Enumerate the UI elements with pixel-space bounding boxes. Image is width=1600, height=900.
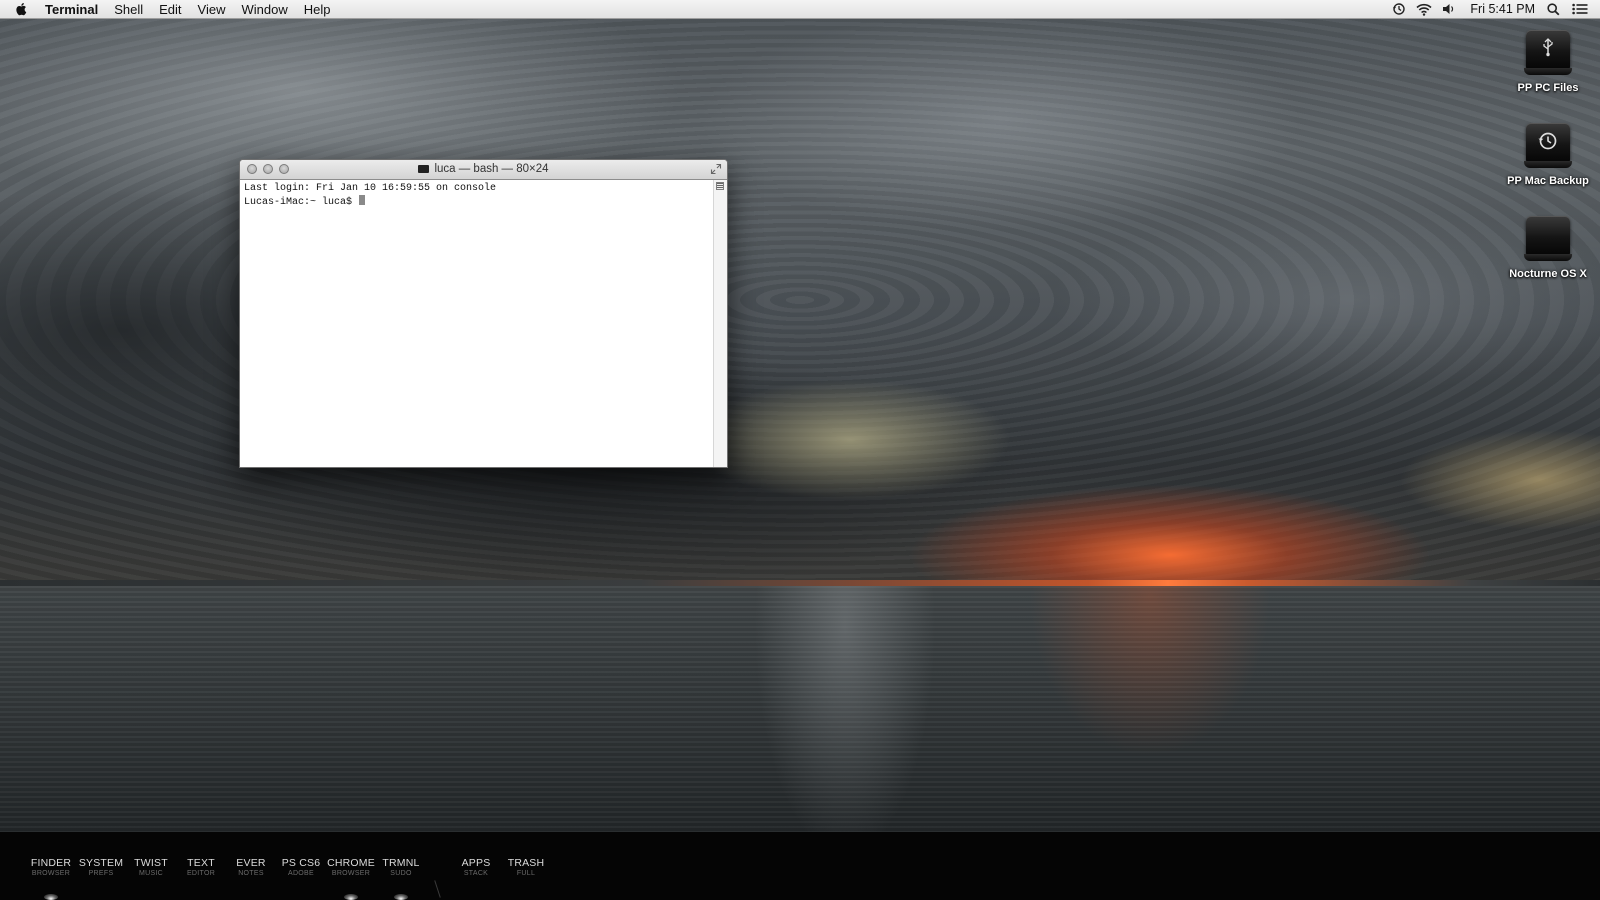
desktop-icon-pp-pc-files[interactable]: PP PC Files [1503,26,1593,94]
shell-prompt: Lucas-iMac:~ luca$ [244,197,359,208]
terminal-output[interactable]: Last login: Fri Jan 10 16:59:55 on conso… [240,180,713,467]
wifi-icon[interactable] [1416,3,1432,16]
dock-separator [434,880,441,898]
menu-help[interactable]: Help [304,2,331,17]
hard-drive-icon [1524,212,1572,264]
apple-menu-icon[interactable] [15,2,29,16]
dock: FINDER BROWSER SYSTEM PREFS TWIST MUSIC … [0,832,1600,900]
desktop-icon-label: Nocturne OS X [1509,268,1587,280]
desktop-icon-nocturne-os-x[interactable]: Nocturne OS X [1503,212,1593,280]
menu-edit[interactable]: Edit [159,2,181,17]
window-titlebar[interactable]: luca — bash — 80×24 [240,160,727,180]
fullscreen-icon[interactable] [710,163,722,175]
window-title-text: luca — bash — 80×24 [434,163,549,175]
menu-shell[interactable]: Shell [114,2,143,17]
vertical-scrollbar[interactable] [713,180,727,467]
terminal-window[interactable]: luca — bash — 80×24 Last login: Fri Jan … [239,159,728,468]
split-pane-icon[interactable] [716,182,724,190]
running-indicator-terminal [394,894,408,900]
spotlight-search-icon[interactable] [1547,2,1560,16]
dock-item-terminal[interactable]: TRMNL SUDO [371,857,431,877]
volume-icon[interactable] [1442,3,1456,15]
dock-item-name: TRMNL [382,857,420,869]
menubar-clock[interactable]: Fri 5:41 PM [1470,2,1535,16]
notification-center-icon[interactable] [1572,3,1588,15]
desktop-icon-label: PP Mac Backup [1507,175,1589,187]
window-title: luca — bash — 80×24 [240,160,727,179]
menu-bar: Terminal Shell Edit View Window Help Fri… [0,0,1600,19]
status-area: Fri 5:41 PM [1382,0,1600,18]
sea [0,586,1600,832]
desktop-icon-label: PP PC Files [1517,82,1579,94]
home-folder-icon [418,165,430,173]
running-indicator-finder [44,894,58,900]
dock-item-subtitle: SUDO [390,870,412,877]
running-indicator-chrome [344,894,358,900]
menu-app-terminal[interactable]: Terminal [45,2,98,17]
dock-item-subtitle: FULL [516,870,536,877]
desktop-icon-pp-mac-backup[interactable]: PP Mac Backup [1503,119,1593,187]
dock-item-name: TRASH [507,857,545,869]
dock-item-trash[interactable]: TRASH FULL [496,857,556,877]
usb-drive-icon [1524,26,1572,78]
last-login-line: Last login: Fri Jan 10 16:59:55 on conso… [244,183,497,194]
time-machine-icon[interactable] [1392,2,1406,16]
time-machine-drive-icon [1524,119,1572,171]
menu-window[interactable]: Window [242,2,288,17]
text-cursor [359,195,366,205]
menu-view[interactable]: View [198,2,226,17]
